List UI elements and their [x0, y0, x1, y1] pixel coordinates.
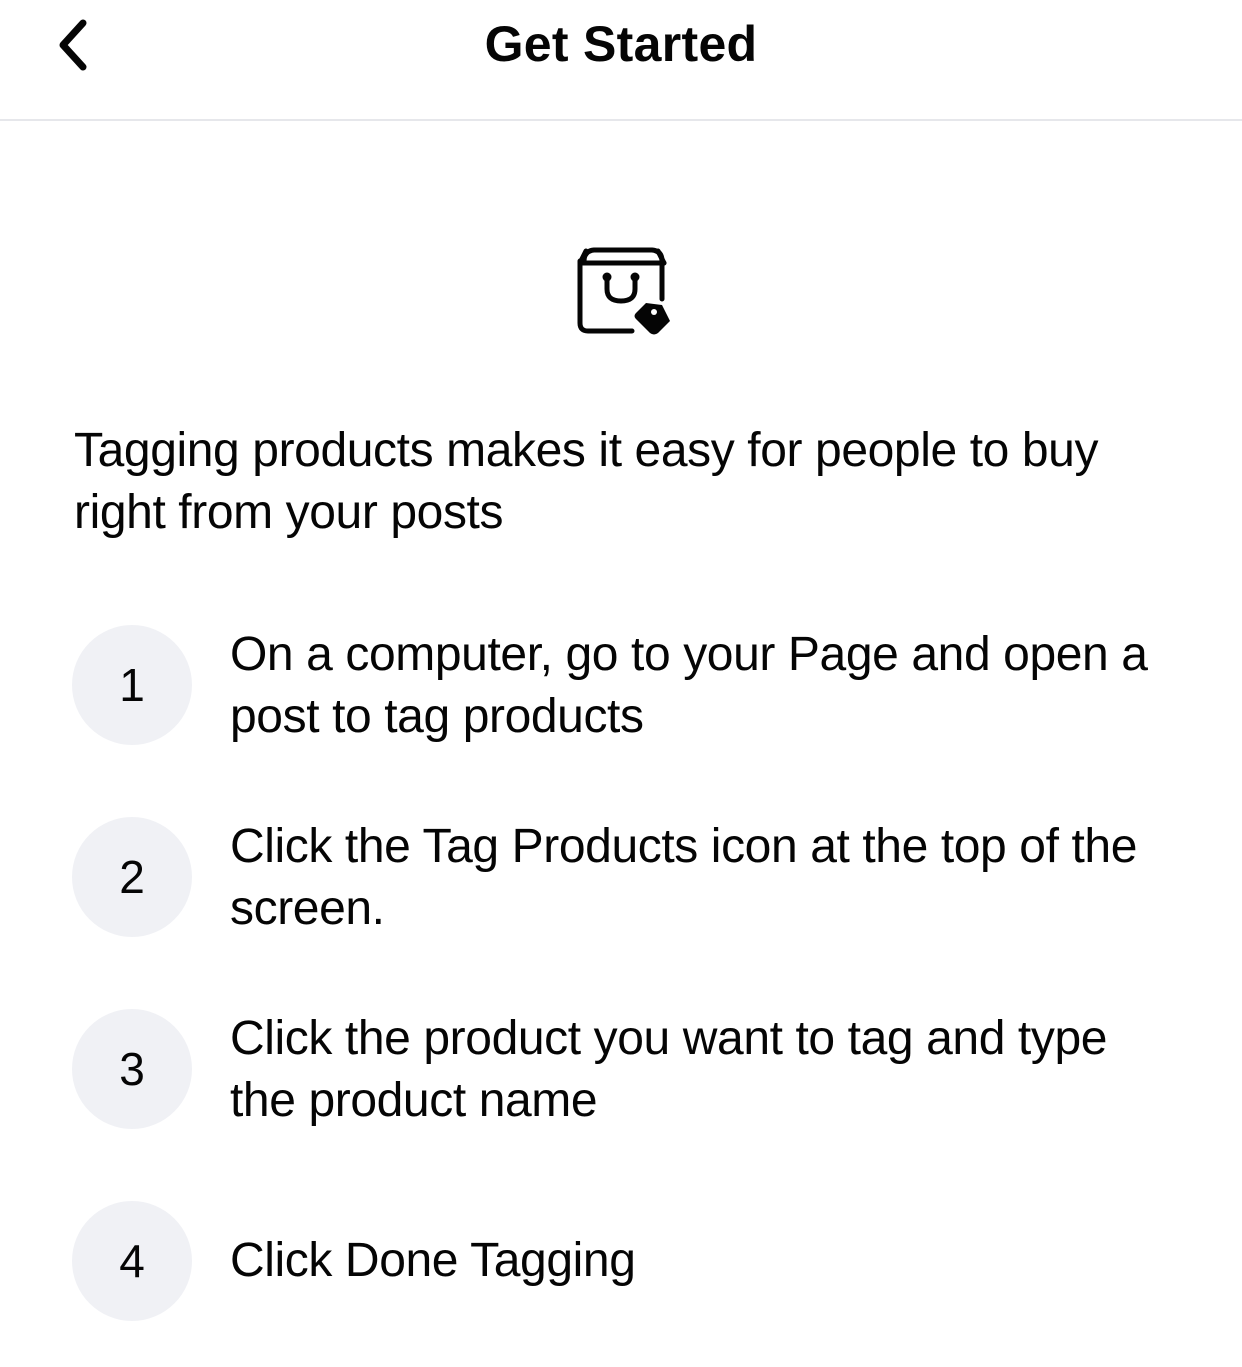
step-3: 3 Click the product you want to tag and … — [72, 1009, 1192, 1129]
step-number-badge: 1 — [72, 625, 192, 745]
step-number-badge: 4 — [72, 1201, 192, 1321]
shopping-bag-tag-icon — [574, 243, 674, 339]
step-text: Click Done Tagging — [230, 1234, 636, 1287]
step-text: On a computer, go to your Page and open … — [230, 628, 1148, 743]
intro-text: Tagging products makes it easy for peopl… — [74, 424, 1099, 539]
header-bar: Get Started — [0, 0, 1242, 121]
step-4: 4 Click Done Tagging — [72, 1201, 1192, 1321]
step-text: Click the Tag Products icon at the top o… — [230, 820, 1137, 935]
step-number-badge: 2 — [72, 817, 192, 937]
step-2: 2 Click the Tag Products icon at the top… — [72, 817, 1192, 937]
page-title: Get Started — [484, 16, 758, 72]
step-text: Click the product you want to tag and ty… — [230, 1012, 1108, 1127]
step-number-badge: 3 — [72, 1009, 192, 1129]
step-1: 1 On a computer, go to your Page and ope… — [72, 625, 1192, 745]
